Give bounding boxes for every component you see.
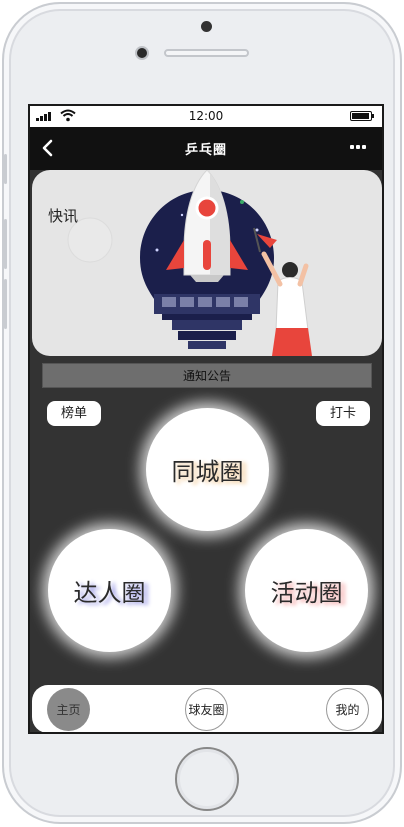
checkin-button[interactable]: 打卡	[316, 401, 370, 426]
battery-icon	[350, 111, 374, 121]
expert-circle-label: 达人圈	[73, 579, 146, 607]
phone-frame: 12:00 乒乓圈 快讯 通知公告 榜单 打卡 同城圈 达人圈 活动圈 主页 球…	[2, 2, 402, 824]
earpiece	[164, 49, 249, 57]
news-banner[interactable]: 快讯	[32, 170, 382, 356]
bottom-tab-bar: 主页 球友圈 我的	[32, 685, 382, 732]
front-camera	[135, 46, 149, 60]
status-bar: 12:00	[30, 106, 382, 127]
app-screen: 12:00 乒乓圈 快讯 通知公告 榜单 打卡 同城圈 达人圈 活动圈 主页 球…	[28, 104, 384, 734]
volume-up-button	[4, 219, 7, 269]
volume-down-button	[4, 279, 7, 329]
local-circle-label: 同城圈	[171, 458, 244, 486]
status-time: 12:00	[188, 109, 224, 123]
leaderboard-button[interactable]: 榜单	[47, 401, 101, 426]
page-title: 乒乓圈	[184, 143, 227, 158]
notice-bar[interactable]: 通知公告	[42, 363, 372, 388]
navigation-bar: 乒乓圈	[30, 127, 382, 170]
home-button[interactable]	[175, 747, 239, 811]
proximity-sensor	[201, 21, 212, 32]
rocket-bulb-illustration	[67, 170, 312, 356]
tab-friends[interactable]: 球友圈	[185, 688, 228, 731]
mute-switch	[4, 154, 7, 184]
news-label: 快讯	[48, 207, 79, 225]
local-circle-button[interactable]: 同城圈	[146, 408, 269, 531]
event-circle-button[interactable]: 活动圈	[245, 529, 368, 652]
more-menu-icon[interactable]	[350, 145, 366, 149]
expert-circle-button[interactable]: 达人圈	[48, 529, 171, 652]
tab-home[interactable]: 主页	[47, 688, 90, 731]
event-circle-label: 活动圈	[270, 579, 343, 607]
tab-me[interactable]: 我的	[326, 688, 369, 731]
